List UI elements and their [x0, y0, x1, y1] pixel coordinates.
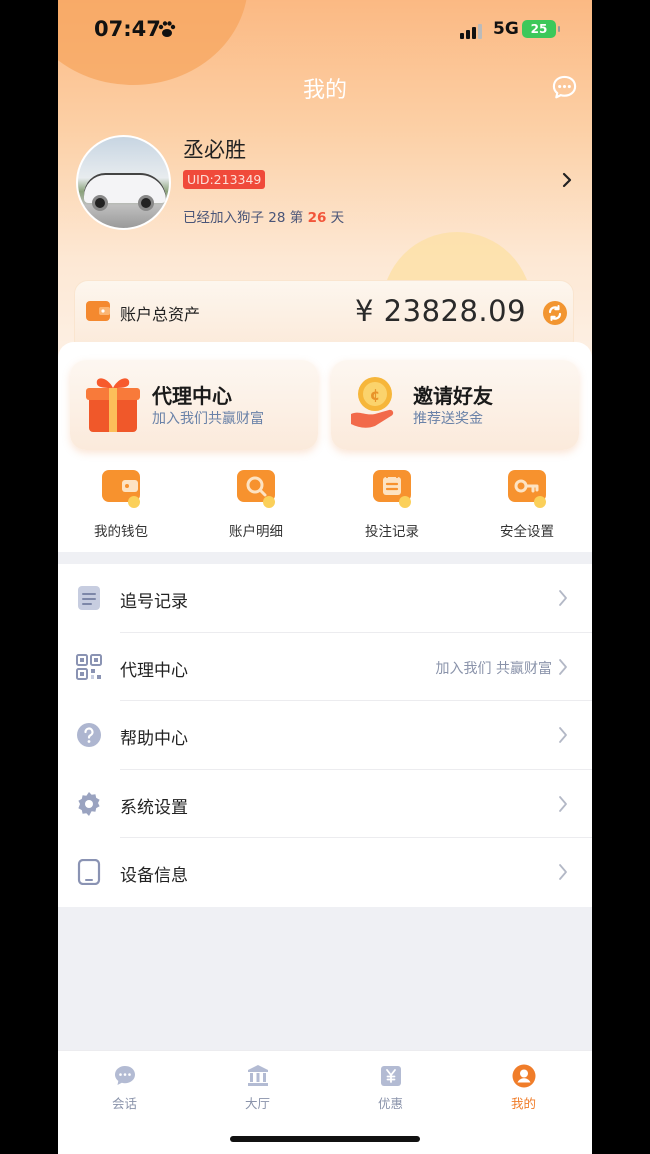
- chevron-right-icon: [559, 727, 567, 743]
- quick-action-security[interactable]: 安全设置: [477, 466, 577, 540]
- menu-list: 追号记录 代理中心 加入我们 共赢财富 帮助中心 系统设置 设备信息: [58, 564, 592, 907]
- status-bar: 07:47 5G 25: [58, 0, 592, 60]
- promo-subtitle: 加入我们共赢财富: [152, 411, 264, 427]
- avatar-wheel: [138, 195, 154, 211]
- chevron-right-icon: [559, 658, 567, 675]
- tab-label: 我的: [510, 1096, 536, 1111]
- battery-indicator: 25: [522, 20, 560, 38]
- menu-label: 设备信息: [120, 866, 188, 886]
- tab-label: 优惠: [377, 1096, 403, 1111]
- menu-extra-text: 加入我们 共赢财富: [435, 660, 552, 677]
- quick-action-label: 安全设置: [500, 524, 554, 540]
- page-title: 我的: [302, 78, 347, 103]
- status-time: 07:47: [94, 17, 161, 41]
- tab-chat[interactable]: 会话: [58, 1061, 191, 1111]
- quick-action-wallet[interactable]: 我的钱包: [71, 466, 171, 540]
- promo-subtitle: 推荐送奖金: [413, 411, 483, 427]
- hand-coin-icon: ¢: [351, 377, 394, 428]
- chevron-right-icon[interactable]: [560, 170, 574, 190]
- tab-lobby[interactable]: 大厅: [191, 1061, 324, 1111]
- signal-icon: [460, 24, 482, 39]
- clipboard-icon: [78, 586, 100, 610]
- home-indicator: [230, 1136, 420, 1142]
- help-icon: [77, 723, 101, 747]
- bank-icon: [248, 1065, 268, 1086]
- qrcode-icon: [76, 653, 102, 680]
- assets-label: 账户总资产: [120, 305, 201, 324]
- tablet-icon: [77, 859, 101, 885]
- menu-item-system-settings[interactable]: 系统设置: [58, 770, 592, 839]
- user-name: 丞必胜: [183, 138, 246, 162]
- tab-offers[interactable]: 优惠: [324, 1061, 457, 1111]
- quick-action-account-details[interactable]: 账户明细: [206, 466, 306, 540]
- wallet-icon: [86, 301, 110, 321]
- chevron-right-icon: [559, 864, 567, 880]
- avatar[interactable]: [76, 135, 171, 230]
- invite-friends-card[interactable]: ¢ 邀请好友 推荐送奖金: [331, 360, 579, 450]
- join-info: 已经加入狗子 28 第 26 天: [183, 206, 344, 226]
- menu-label: 系统设置: [120, 797, 188, 818]
- quick-action-bet-records[interactable]: 投注记录: [342, 466, 442, 540]
- tab-label: 会话: [111, 1096, 137, 1111]
- chevron-right-icon: [559, 795, 567, 812]
- coupon-icon: [381, 1066, 401, 1086]
- user-icon: [512, 1064, 536, 1088]
- menu-item-chase-records[interactable]: 追号记录: [58, 564, 592, 633]
- paw-icon: [158, 21, 176, 37]
- quick-action-label: 我的钱包: [94, 524, 148, 540]
- chat-icon: [115, 1066, 135, 1085]
- join-prefix: 已经加入狗子 28 第: [183, 210, 304, 226]
- join-days: 26: [307, 210, 327, 226]
- quick-action-label: 账户明细: [229, 524, 283, 540]
- promo-title: 代理中心: [152, 384, 232, 408]
- profile-screen: 07:47 5G 25 我的 丞必胜 UID:213349 已经加入狗子 28 …: [58, 0, 592, 1154]
- network-label: 5G: [493, 19, 519, 39]
- settings-gear-icon: [78, 791, 100, 816]
- svg-text:¢: ¢: [370, 386, 380, 404]
- chevron-right-icon: [559, 590, 567, 606]
- chat-bubble-icon[interactable]: [551, 74, 578, 101]
- menu-label: 追号记录: [120, 592, 188, 612]
- promo-title: 邀请好友: [413, 384, 493, 408]
- gift-box-icon: [86, 378, 140, 432]
- avatar-wheel: [92, 195, 108, 211]
- menu-item-agent-center[interactable]: 代理中心 加入我们 共赢财富: [58, 633, 592, 702]
- menu-label: 代理中心: [120, 660, 188, 681]
- main-panel: 代理中心 加入我们共赢财富 ¢ 邀请好友 推荐送奖金 我的钱包 账户明细 投注记…: [58, 342, 592, 552]
- menu-item-device-info[interactable]: 设备信息: [58, 838, 592, 907]
- menu-item-help-center[interactable]: 帮助中心: [58, 701, 592, 770]
- uid-badge: UID:213349: [183, 170, 266, 189]
- tab-label: 大厅: [244, 1096, 270, 1111]
- ticket-icon: [373, 470, 411, 508]
- refresh-icon[interactable]: [542, 300, 568, 326]
- wallet-icon: [102, 470, 140, 508]
- key-icon: [508, 470, 546, 508]
- quick-actions: 我的钱包 账户明细 投注记录 安全设置: [58, 466, 592, 540]
- tab-mine[interactable]: 我的: [457, 1061, 590, 1111]
- menu-label: 帮助中心: [120, 729, 188, 749]
- quick-action-label: 投注记录: [365, 524, 419, 540]
- magnifier-icon: [237, 470, 275, 508]
- join-suffix: 天: [330, 210, 345, 226]
- assets-value: ¥ 23828.09: [355, 294, 527, 328]
- agent-center-card[interactable]: 代理中心 加入我们共赢财富: [70, 360, 318, 450]
